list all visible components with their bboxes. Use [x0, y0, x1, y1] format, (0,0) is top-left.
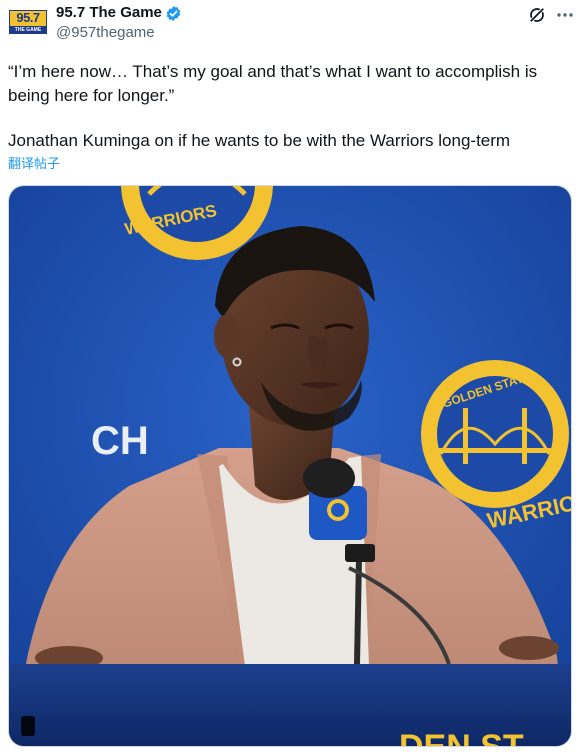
more-options-icon[interactable] [556, 8, 574, 22]
verified-badge-icon[interactable] [165, 5, 182, 22]
video-badge [21, 716, 35, 736]
tweet-quote-line-2: being here for longer.” [8, 86, 175, 105]
tweet-quote: “I’m here now… That’s my goal and that’s… [8, 60, 568, 108]
press-conference-frame: WARRIORS GOLDEN STATE WARRIORS CH [9, 186, 571, 746]
translate-post-link[interactable]: 翻译帖子 [8, 156, 60, 172]
account-handle[interactable]: @957thegame [56, 24, 155, 42]
tweet-quote-line-1: “I’m here now… That’s my goal and that’s… [8, 62, 538, 81]
backdrop-text-5: DEN ST [399, 728, 524, 746]
tweet-card: 95.7 THE GAME 95.7 The Game @957thegame … [0, 0, 583, 752]
tweet-video[interactable]: WARRIORS GOLDEN STATE WARRIORS CH [8, 185, 572, 747]
backdrop-text-4: CH [91, 419, 149, 463]
logo-number: 95.7 [9, 10, 47, 27]
tweet-caption: Jonathan Kuminga on if he wants to be wi… [8, 131, 511, 150]
grok-icon[interactable] [527, 5, 547, 25]
display-name[interactable]: 95.7 The Game [56, 4, 162, 22]
account-avatar[interactable]: 95.7 THE GAME [9, 10, 47, 34]
logo-station-name: THE GAME [9, 27, 47, 34]
